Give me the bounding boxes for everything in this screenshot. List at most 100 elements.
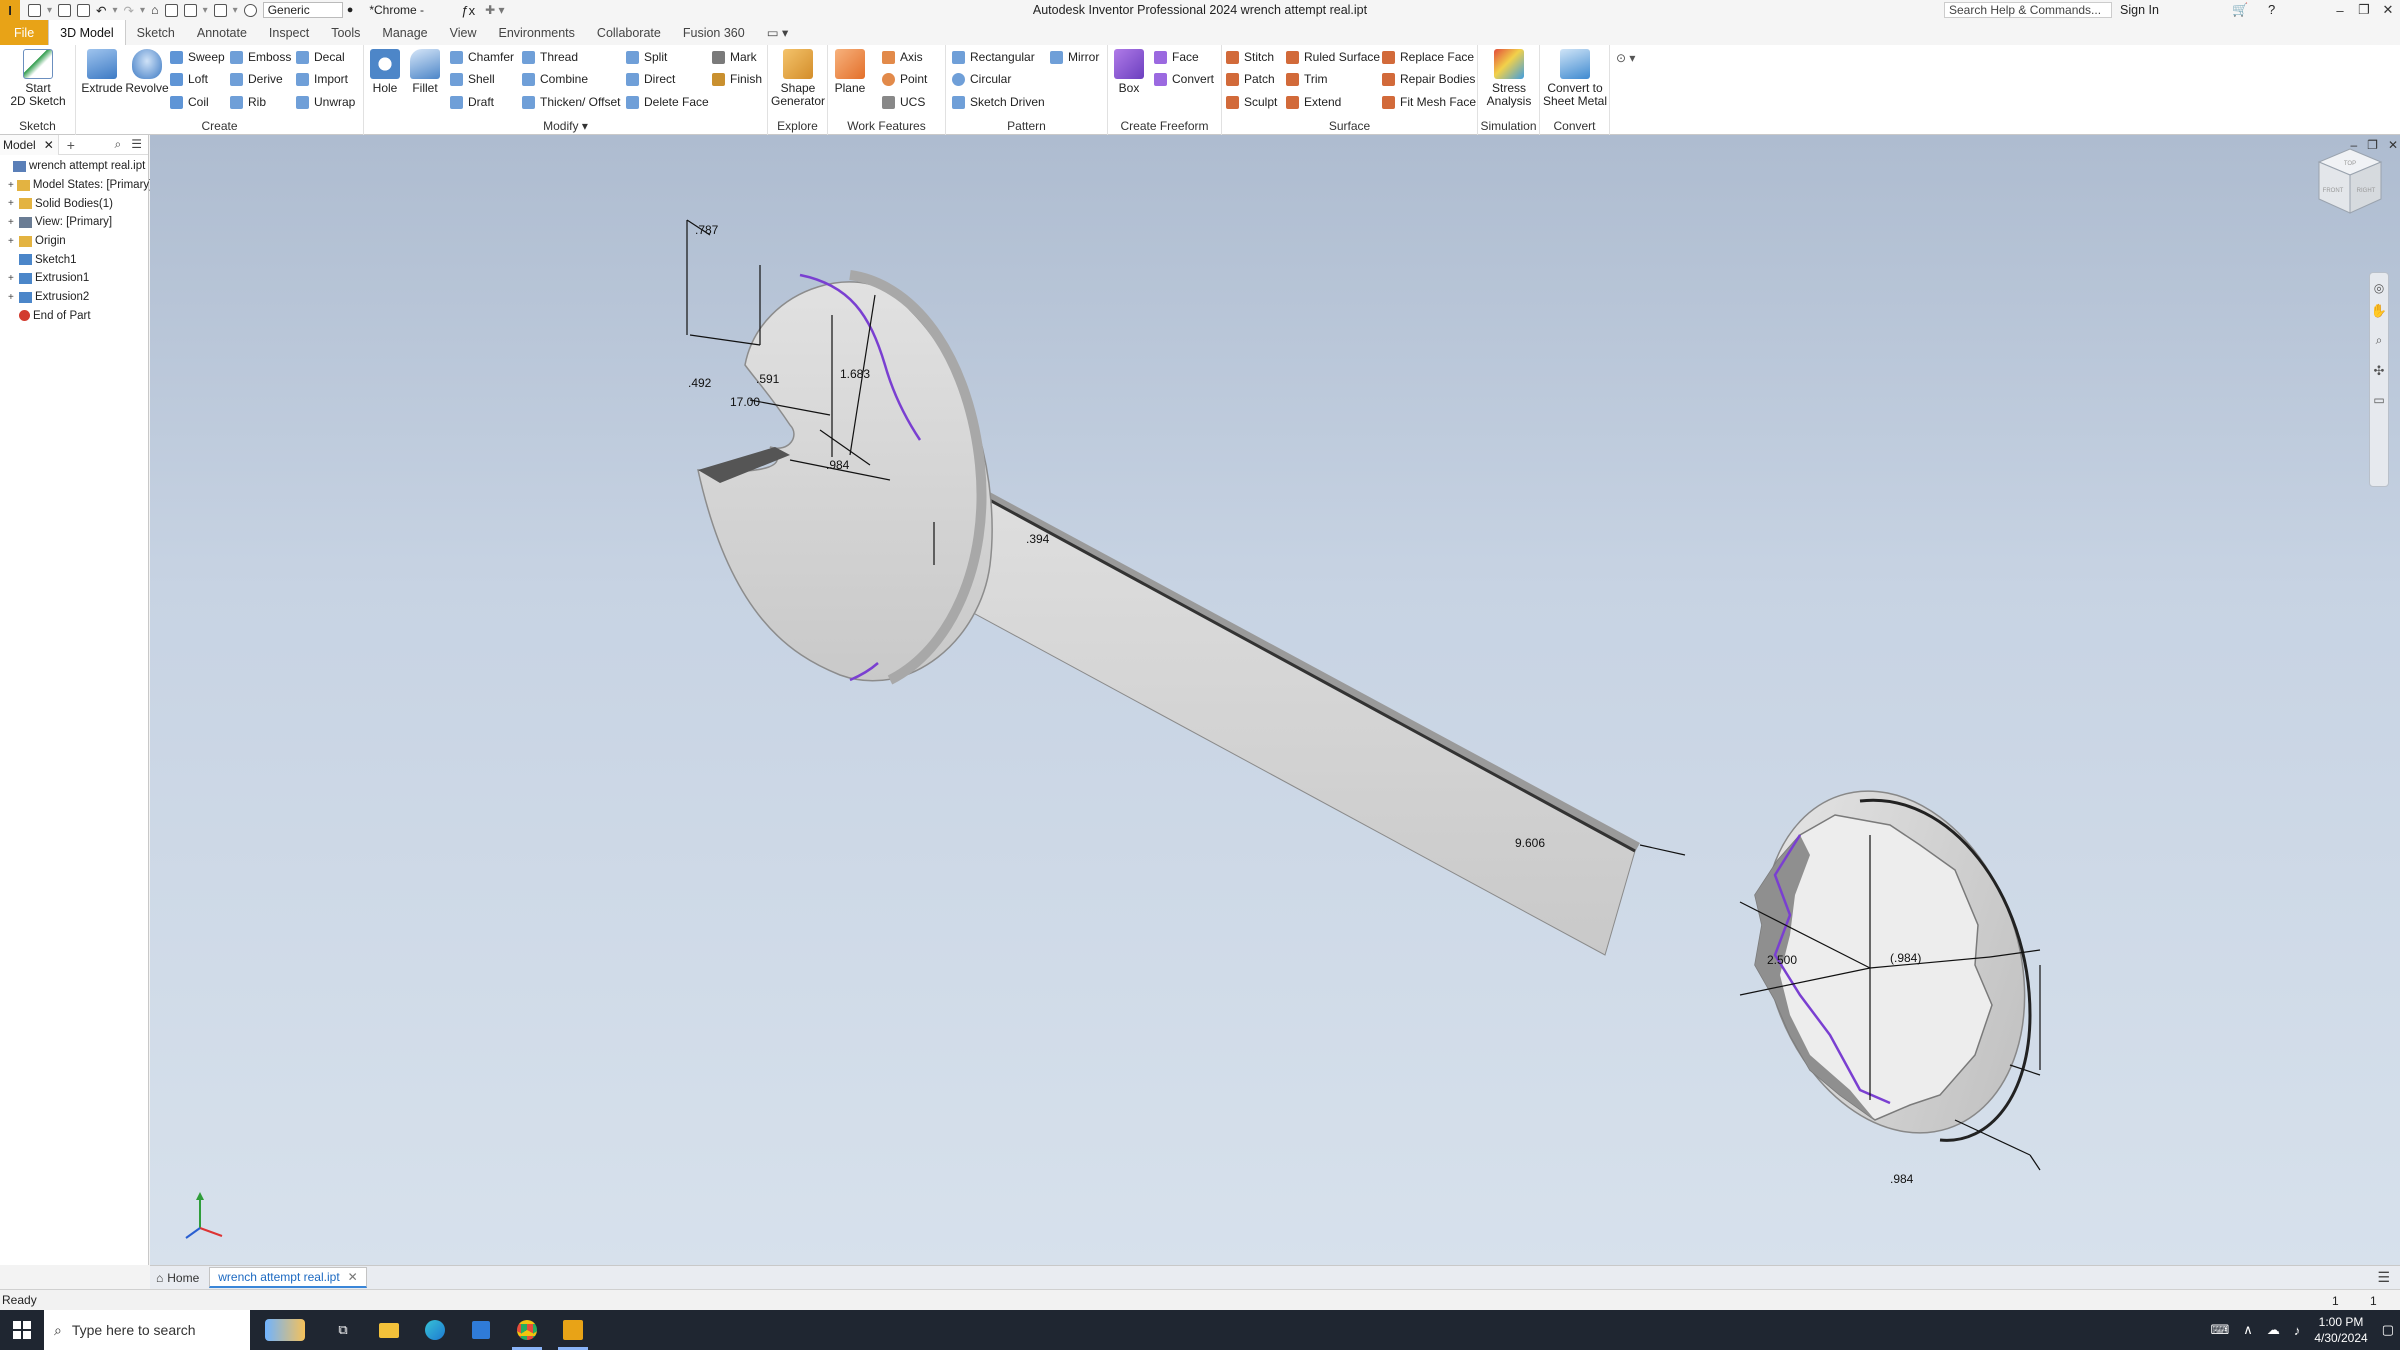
show-hidden-icons[interactable]: ∧ [2243,1322,2253,1338]
tree-node[interactable]: wrench attempt real.ipt [0,157,148,176]
home-tab[interactable]: ⌂ Home [150,1271,205,1285]
expand-icon[interactable]: + [8,217,16,228]
tree-node[interactable]: + View: [Primary] [0,213,148,232]
tab-collaborate[interactable]: Collaborate [586,20,672,45]
color-scheme-select[interactable]: *Chrome - [369,2,459,18]
face-button[interactable]: Face [1154,48,1199,66]
direct-button[interactable]: Direct [626,70,675,88]
tab-tools[interactable]: Tools [320,20,371,45]
graphics-window[interactable]: – ❐ ✕ .787 .492 .591 1.683 17.00 .984 .3… [150,135,2400,1265]
keyboard-icon[interactable]: ⌨ [2211,1322,2230,1338]
document-tab[interactable]: wrench attempt real.ipt ✕ [209,1267,367,1288]
tree-node[interactable]: + Solid Bodies(1) [0,194,148,213]
tree-node[interactable]: + Origin [0,232,148,251]
search-icon[interactable]: ⌕ [115,137,122,152]
hole-button[interactable]: Hole [366,49,404,95]
combine-button[interactable]: Combine [522,70,588,88]
tab-manage[interactable]: Manage [371,20,438,45]
chrome-icon[interactable] [504,1310,550,1350]
dimension-984-jaw[interactable]: .984 [826,458,850,472]
dimension-591[interactable]: .591 [756,372,780,386]
extend-button[interactable]: Extend [1286,93,1341,111]
mark-button[interactable]: Mark [712,48,757,66]
dimension-17-00[interactable]: 17.00 [730,395,760,409]
rib-button[interactable]: Rib [230,93,266,111]
tree-node[interactable]: + Extrusion1 [0,269,148,288]
inventor-logo-icon[interactable]: I [0,0,20,20]
fit-mesh-face-button[interactable]: Fit Mesh Face [1382,93,1476,111]
redo-icon[interactable]: ↷ [124,3,134,18]
unwrap-button[interactable]: Unwrap [296,93,355,111]
orbit-icon[interactable]: ✣ [2370,363,2388,393]
search-input[interactable]: Search Help & Commands... [1944,2,2112,18]
mirror-button[interactable]: Mirror [1050,48,1099,66]
sweep-button[interactable]: Sweep [170,48,225,66]
update-icon[interactable] [213,3,227,17]
rectangular-pattern-button[interactable]: Rectangular [952,48,1035,66]
wrench-model-scene[interactable]: .787 .492 .591 1.683 17.00 .984 .394 9.6… [150,135,2400,1265]
expand-icon[interactable]: + [8,180,14,191]
tree-node[interactable]: End of Part [0,307,148,326]
minimize-icon[interactable]: – [2328,0,2352,20]
fillet-button[interactable]: Fillet [404,49,446,95]
stitch-button[interactable]: Stitch [1226,48,1274,66]
thread-button[interactable]: Thread [522,48,578,66]
dimension-492[interactable]: .492 [688,376,712,390]
replace-face-button[interactable]: Replace Face [1382,48,1474,66]
new-file-icon[interactable] [28,3,41,17]
dimension-9606[interactable]: 9.606 [1515,836,1545,850]
help-icon[interactable]: ? [2268,2,2275,17]
axis-button[interactable]: Axis [882,48,923,66]
repair-bodies-button[interactable]: Repair Bodies [1382,70,1475,88]
appearance-icon[interactable]: ● [347,4,354,16]
point-button[interactable]: Point [882,70,927,88]
patch-button[interactable]: Patch [1226,70,1275,88]
thicken-offset-button[interactable]: Thicken/ Offset [522,93,620,111]
tab-environments[interactable]: Environments [487,20,585,45]
cart-icon[interactable]: 🛒 [2232,2,2248,18]
loft-button[interactable]: Loft [170,70,208,88]
volume-icon[interactable]: ♪ [2294,1323,2301,1338]
expand-icon[interactable]: + [8,292,16,303]
open-file-icon[interactable] [58,3,72,17]
tab-view[interactable]: View [439,20,488,45]
finish-button[interactable]: Finish [712,70,762,88]
shell-button[interactable]: Shell [450,70,495,88]
draft-button[interactable]: Draft [450,93,494,111]
tab-sketch[interactable]: Sketch [126,20,186,45]
sign-in-link[interactable]: Sign In [2120,3,2159,17]
network-icon[interactable]: ☁ [2267,1322,2280,1338]
plane-button[interactable]: Plane [830,49,870,95]
tab-model[interactable]: Model ✕ [0,134,59,155]
tree-node[interactable]: Sketch1 [0,250,148,269]
decal-button[interactable]: Decal [296,48,345,66]
dimension-984-paren[interactable]: (.984) [1890,951,1921,965]
dimension-787[interactable]: .787 [695,223,719,237]
ribbon-options-icon[interactable]: ▭ ▾ [756,20,800,45]
shape-generator-button[interactable]: Shape Generator [771,49,825,108]
emboss-button[interactable]: Emboss [230,48,291,66]
convert-sheet-metal-button[interactable]: Convert to Sheet Metal [1542,49,1608,108]
dimension-394[interactable]: .394 [1026,532,1050,546]
restore-icon[interactable]: ❐ [2352,0,2376,20]
taskbar-search-box[interactable]: ⌕ Type here to search [44,1310,250,1350]
return-icon[interactable] [164,3,178,17]
tree-node[interactable]: + Extrusion2 [0,288,148,307]
close-icon[interactable]: ✕ [2376,0,2400,20]
close-icon[interactable]: ✕ [44,138,54,152]
pan-icon[interactable]: ✋ [2370,303,2388,333]
task-view-icon[interactable]: ⧉ [320,1310,366,1350]
tab-file[interactable]: File [0,20,49,45]
material-icon[interactable] [243,3,257,17]
clock[interactable]: 1:00 PM 4/30/2024 [2314,1314,2367,1346]
save-icon[interactable] [77,3,91,17]
convert-button[interactable]: Convert [1154,70,1214,88]
import-button[interactable]: Import [296,70,348,88]
expand-icon[interactable]: + [8,273,16,284]
menu-icon[interactable]: ☰ [2377,1269,2390,1286]
dimension-2500[interactable]: 2.500 [1767,953,1797,967]
revolve-button[interactable]: Revolve [124,49,170,95]
windows-start-button[interactable] [0,1310,44,1350]
dimension-1683[interactable]: 1.683 [840,367,870,381]
tab-fusion-360[interactable]: Fusion 360 [672,20,756,45]
